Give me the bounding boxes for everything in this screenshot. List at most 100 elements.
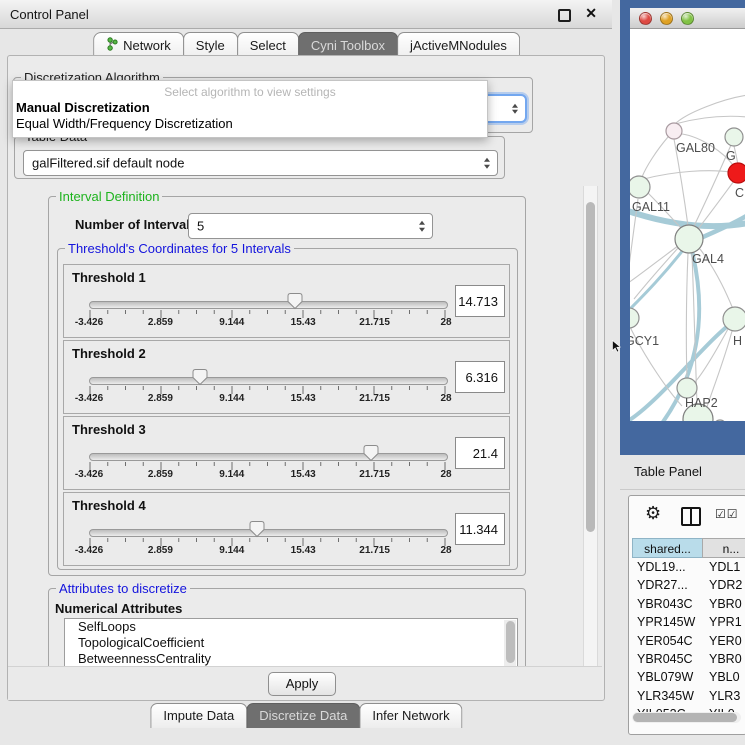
table-row[interactable]: YLR345WYLR3 [632, 687, 745, 705]
slider-track[interactable] [89, 377, 448, 385]
tab-infer-network[interactable]: Infer Network [359, 703, 462, 728]
cell-name[interactable]: YBL0 [703, 668, 745, 686]
cell-shared-name[interactable]: YBR045C [632, 650, 703, 668]
cell-shared-name[interactable]: YER054C [632, 632, 703, 650]
tick-label: 9.144 [219, 317, 244, 328]
table-row[interactable]: YDL19...YDL1 [632, 558, 745, 576]
network-node[interactable] [675, 225, 703, 253]
network-edge[interactable] [642, 137, 668, 177]
cell-shared-name[interactable]: YBR043C [632, 595, 703, 613]
network-node[interactable] [630, 176, 650, 198]
column-checkboxes-icon[interactable]: ☑☑ [715, 507, 739, 521]
network-edge[interactable] [686, 253, 688, 378]
close-icon[interactable]: ✕ [585, 5, 597, 22]
cell-shared-name[interactable]: YDR27... [632, 576, 703, 594]
slider-handle[interactable] [286, 292, 304, 310]
numerical-attributes-label: Numerical Attributes [55, 601, 182, 616]
cell-name[interactable]: YPR1 [703, 613, 745, 631]
network-edge[interactable] [675, 95, 745, 124]
threshold-title: Threshold 3 [72, 422, 146, 437]
network-edge[interactable] [675, 116, 745, 124]
control-panel: Control Panel ✕ Network Style Select Cyn… [0, 0, 612, 745]
threshold-value-field[interactable]: 6.316 [455, 361, 505, 393]
table-row[interactable]: YBR043CYBR0 [632, 595, 745, 613]
slider-track[interactable] [89, 529, 448, 537]
attribute-item[interactable]: TopologicalCoefficient [65, 635, 517, 651]
table-data-combobox[interactable]: galFiltered.sif default node [23, 150, 498, 176]
cell-name[interactable]: YBR0 [703, 595, 745, 613]
network-edge[interactable] [644, 171, 730, 179]
table-row[interactable]: YER054CYER0 [632, 632, 745, 650]
split-columns-icon[interactable] [681, 507, 701, 526]
attribute-item[interactable]: BetweennessCentrality [65, 651, 517, 667]
network-edge[interactable] [630, 241, 690, 311]
threshold-value-field[interactable]: 11.344 [455, 513, 505, 545]
numerical-attributes-list[interactable]: SelfLoopsTopologicalCoefficientBetweenne… [64, 618, 518, 668]
cell-shared-name[interactable]: YBL079W [632, 668, 703, 686]
combo-arrows-icon [419, 221, 425, 232]
cell-name[interactable]: YBR0 [703, 650, 745, 668]
network-node[interactable] [725, 128, 743, 146]
network-window-titlebar [630, 8, 745, 29]
table-horizontal-scrollbar[interactable] [632, 712, 741, 723]
table-header-row: shared... n... [632, 538, 745, 558]
tick-label: 2.859 [148, 469, 173, 480]
tick-label: 28 [440, 393, 451, 404]
slider-ticks [89, 462, 448, 471]
attribute-item[interactable]: SelfLoops [65, 619, 517, 635]
tick-label: 21.715 [359, 545, 390, 556]
column-header-name[interactable]: n... [702, 538, 745, 558]
table-row[interactable]: YBL079WYBL0 [632, 668, 745, 686]
slider-handle[interactable] [191, 368, 209, 386]
settings-vertical-scrollbar[interactable] [583, 186, 598, 691]
cell-shared-name[interactable]: YLR345W [632, 687, 703, 705]
table-row[interactable]: YDR27...YDR2 [632, 576, 745, 594]
cell-name[interactable]: YDL1 [703, 558, 745, 576]
network-node[interactable] [666, 123, 682, 139]
settings-gear-icon[interactable]: ⚙ [645, 504, 661, 522]
network-icon [106, 37, 118, 54]
slider-handle[interactable] [362, 444, 380, 462]
dropdown-option-equal-width-frequency[interactable]: Equal Width/Frequency Discretization [13, 115, 487, 131]
number-of-intervals-label: Number of Intervals [75, 217, 197, 232]
network-node[interactable] [723, 307, 745, 331]
tab-discretize-data[interactable]: Discretize Data [246, 703, 360, 728]
table-row[interactable]: YPR145WYPR1 [632, 613, 745, 631]
cell-name[interactable]: YER0 [703, 632, 745, 650]
network-window: GAL80GCGAL11GAL4GCY1HHAP2 [630, 8, 745, 421]
threshold-title: Threshold 4 [72, 498, 146, 513]
traffic-light-minimize-icon[interactable] [660, 12, 673, 25]
threshold-value-field[interactable]: 21.4 [455, 437, 505, 469]
traffic-light-zoom-icon[interactable] [681, 12, 694, 25]
network-node[interactable] [714, 420, 726, 421]
table-row[interactable]: YBR045CYBR0 [632, 650, 745, 668]
cell-shared-name[interactable]: YDL19... [632, 558, 703, 576]
slider-handle[interactable] [248, 520, 266, 538]
tick-label: 21.715 [359, 469, 390, 480]
slider-track[interactable] [89, 301, 448, 309]
scrollbar-thumb[interactable] [586, 202, 595, 532]
traffic-light-close-icon[interactable] [639, 12, 652, 25]
cell-shared-name[interactable]: YPR145W [632, 613, 703, 631]
table-panel-header: Table Panel [620, 455, 745, 490]
network-node[interactable] [728, 163, 745, 183]
network-canvas[interactable]: GAL80GCGAL11GAL4GCY1HHAP2 [630, 29, 745, 421]
threshold-list: Threshold 1-3.4262.8599.14415.4321.71528… [63, 264, 510, 568]
apply-button[interactable]: Apply [268, 672, 336, 696]
tab-impute-data[interactable]: Impute Data [150, 703, 247, 728]
attributes-scrollbar[interactable] [504, 620, 516, 666]
number-of-intervals-combobox[interactable]: 5 [188, 213, 433, 239]
dropdown-option-manual-discretization[interactable]: Manual Discretization [13, 99, 487, 115]
cell-name[interactable]: YDR2 [703, 576, 745, 594]
float-window-icon[interactable] [558, 9, 571, 22]
slider-track[interactable] [89, 453, 448, 461]
network-node[interactable] [630, 308, 639, 328]
node-label: G [726, 149, 736, 163]
apply-row: Apply [8, 666, 602, 700]
column-header-shared[interactable]: shared... [632, 538, 703, 558]
threshold-value-field[interactable]: 14.713 [455, 285, 505, 317]
network-node[interactable] [677, 378, 697, 398]
tab-label: Style [196, 38, 225, 53]
tick-label: 9.144 [219, 469, 244, 480]
cell-name[interactable]: YLR3 [703, 687, 745, 705]
